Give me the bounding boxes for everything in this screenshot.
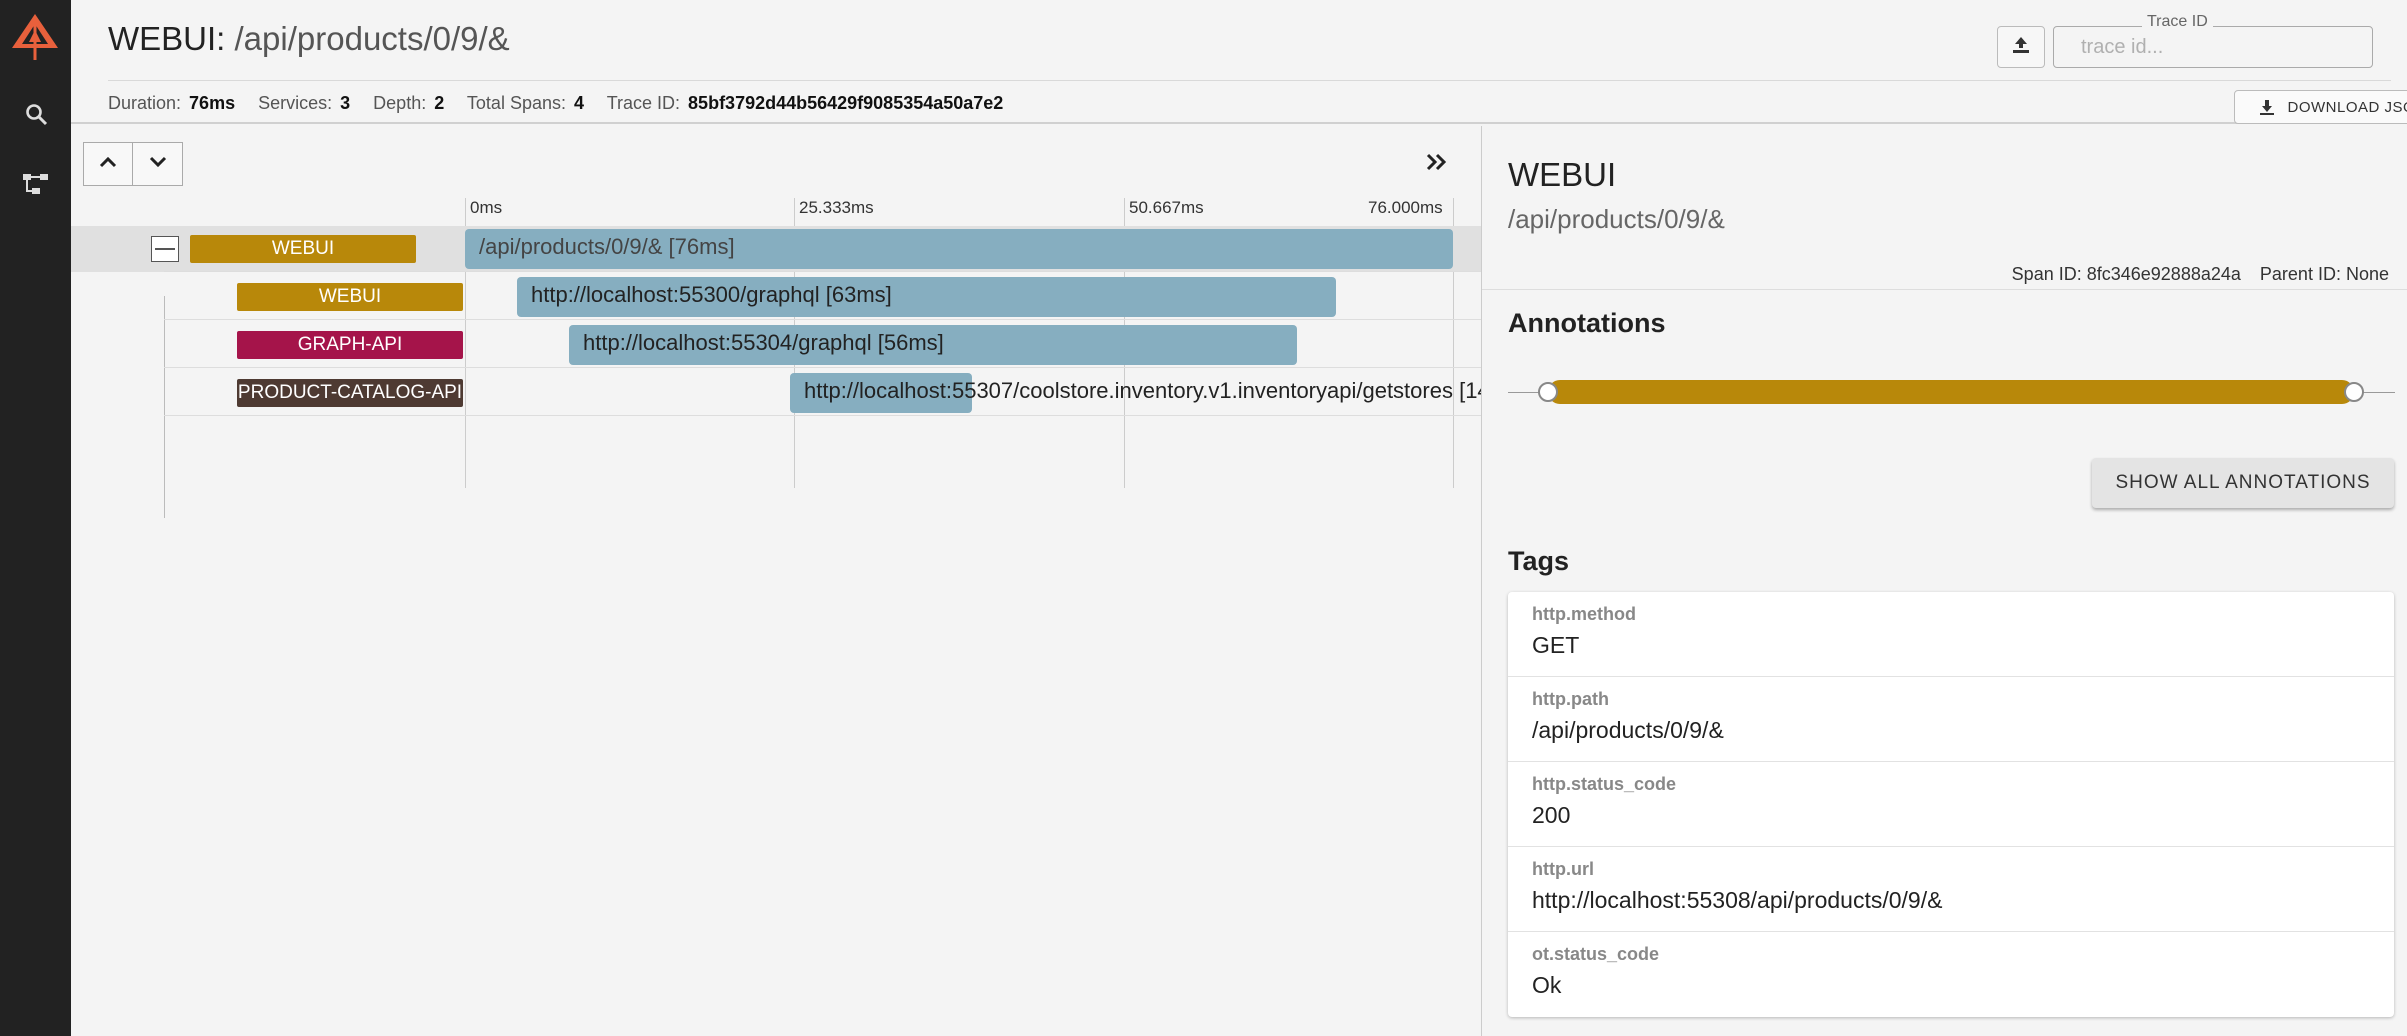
time-tick-label: 0ms xyxy=(470,198,503,217)
trace-header: WEBUI: /api/products/0/9/& Duration: 76ms… xyxy=(71,0,2407,124)
span-row[interactable]: PRODUCT-CATALOG-API http://localhost:5530… xyxy=(71,370,1525,416)
download-json-button[interactable]: DOWNLOAD JSON xyxy=(2234,90,2407,124)
total-spans-value: 4 xyxy=(573,93,584,113)
span-service-badge: GRAPH-API xyxy=(237,331,463,359)
trace-id-value: 85bf3792d44b56429f9085354a50a7e2 xyxy=(688,93,1004,113)
tag-value: http://localhost:55308/api/products/0/9/… xyxy=(1532,887,1943,913)
span-detail-panel: WEBUI /api/products/0/9/& Span ID: 8fc34… xyxy=(1481,126,2407,1036)
trace-timeline: 0ms 25.333ms 50.667ms 76.000ms WEBUI/api/pr… xyxy=(71,126,1525,1036)
span-row-divider xyxy=(164,319,1481,320)
total-spans-label: Total Spans: xyxy=(466,93,566,113)
parent-id-label: Parent ID: xyxy=(2259,264,2341,284)
depth-value: 2 xyxy=(434,93,445,113)
span-row[interactable]: WEBUI http://localhost:55300/graphql [63m… xyxy=(71,274,1481,320)
double-chevron-right-icon xyxy=(1426,153,1448,176)
tag-item: ot.status_code Ok xyxy=(1508,932,2394,1017)
show-all-annotations-button[interactable]: SHOW ALL ANNOTATIONS xyxy=(2092,458,2394,508)
tag-item: http.path/api/products/0/9/& xyxy=(1508,677,2394,762)
collapse-all-button[interactable] xyxy=(83,142,133,186)
time-tick-label: 50.667ms xyxy=(1129,198,1204,217)
span-service-badge: WEBUI xyxy=(237,283,463,311)
download-icon xyxy=(2259,99,2275,115)
detail-divider xyxy=(1482,289,2407,290)
span-row-divider xyxy=(164,271,1481,272)
trace-summary: Duration: 76ms Services: 3 Depth: 2 Total S… xyxy=(108,93,1021,114)
span-row[interactable]: WEBUI/api/products/0/9/& [76ms] xyxy=(71,226,1481,272)
span-id-value: 8fc346e92888a24a xyxy=(2086,264,2241,284)
depth-label: Depth: xyxy=(373,93,427,113)
trace-root-service: WEBUI xyxy=(108,20,217,57)
annotation-start-marker[interactable] xyxy=(1538,382,1558,402)
parent-id-value: None xyxy=(2345,264,2389,284)
span-name: /api/products/0/9/& xyxy=(1508,204,1725,234)
title-separator: : xyxy=(216,20,226,57)
span-row-divider xyxy=(164,367,1481,368)
span-label: http://localhost:55307/coolstore.invento… xyxy=(804,378,1526,403)
span-service-badge: PRODUCT-CATALOG-API xyxy=(237,379,463,407)
span-collapse-toggle[interactable] xyxy=(151,236,179,262)
upload-icon xyxy=(2011,35,2031,60)
span-row-divider xyxy=(164,415,1481,416)
duration-label: Duration: xyxy=(108,93,182,113)
tag-key: http.path xyxy=(1532,689,1609,709)
span-label: http://localhost:55304/graphql [56ms] xyxy=(583,330,944,355)
duration-value: 76ms xyxy=(189,93,236,113)
trace-id-input[interactable] xyxy=(2081,28,2391,66)
tags-list: http.method GET http.path/api/products/0/9… xyxy=(1508,592,2394,1017)
span-service-badge: WEBUI xyxy=(190,235,416,263)
trace-title: WEBUI: /api/products/0/9/& xyxy=(108,20,510,58)
trace-id-label: Trace ID: xyxy=(606,93,681,113)
span-label: /api/products/0/9/& [76ms] xyxy=(479,234,735,259)
side-nav xyxy=(0,0,71,1036)
tag-key: http.url xyxy=(1532,859,1594,879)
search-icon[interactable] xyxy=(22,100,50,128)
services-value: 3 xyxy=(340,93,351,113)
expand-collapse-controls xyxy=(83,142,183,186)
download-json-label: DOWNLOAD JSON xyxy=(2287,98,2407,116)
tag-key: ot.status_code xyxy=(1532,944,1660,964)
services-label: Services: xyxy=(258,93,333,113)
chevron-down-icon xyxy=(149,155,167,173)
zipkin-logo-icon[interactable] xyxy=(10,12,60,62)
tag-value: GET xyxy=(1532,632,1580,658)
tag-value: 200 xyxy=(1532,802,1571,828)
tag-value: Ok xyxy=(1532,972,1562,998)
span-label: http://localhost:55300/graphql [63ms] xyxy=(531,282,892,307)
tag-item: http.url http://localhost:55308/api/produ… xyxy=(1508,847,2394,932)
upload-json-button[interactable] xyxy=(1997,26,2045,68)
tag-value: /api/products/0/9/& xyxy=(1532,717,1724,743)
annotation-span-bar xyxy=(1548,380,2354,404)
time-tick-label: 76.000ms xyxy=(1368,198,1443,217)
span-id-label: Span ID: xyxy=(2011,264,2082,284)
annotations-heading: Annotations xyxy=(1508,308,1666,338)
span-ids: Span ID: 8fc346e92888a24a Parent ID: Non… xyxy=(2012,264,2389,285)
annotation-end-marker[interactable] xyxy=(2344,382,2364,402)
toggle-detail-panel-button[interactable] xyxy=(1421,148,1453,180)
tags-heading: Tags xyxy=(1508,546,1570,576)
expand-all-button[interactable] xyxy=(133,142,183,186)
chevron-up-icon xyxy=(99,155,117,173)
tag-key: http.method xyxy=(1532,604,1636,624)
tag-key: http.status_code xyxy=(1532,774,1677,794)
tag-item: http.method GET xyxy=(1508,592,2394,677)
span-service-name: WEBUI xyxy=(1508,156,1617,193)
header-divider xyxy=(108,80,2391,81)
dependencies-icon[interactable] xyxy=(22,170,50,198)
tag-item: http.status_code 200 xyxy=(1508,762,2394,847)
span-row[interactable]: GRAPH-API http://localhost:55304/graphql … xyxy=(71,322,1481,368)
time-tick-label: 25.333ms xyxy=(799,198,874,217)
trace-root-path: /api/products/0/9/& xyxy=(234,20,510,57)
